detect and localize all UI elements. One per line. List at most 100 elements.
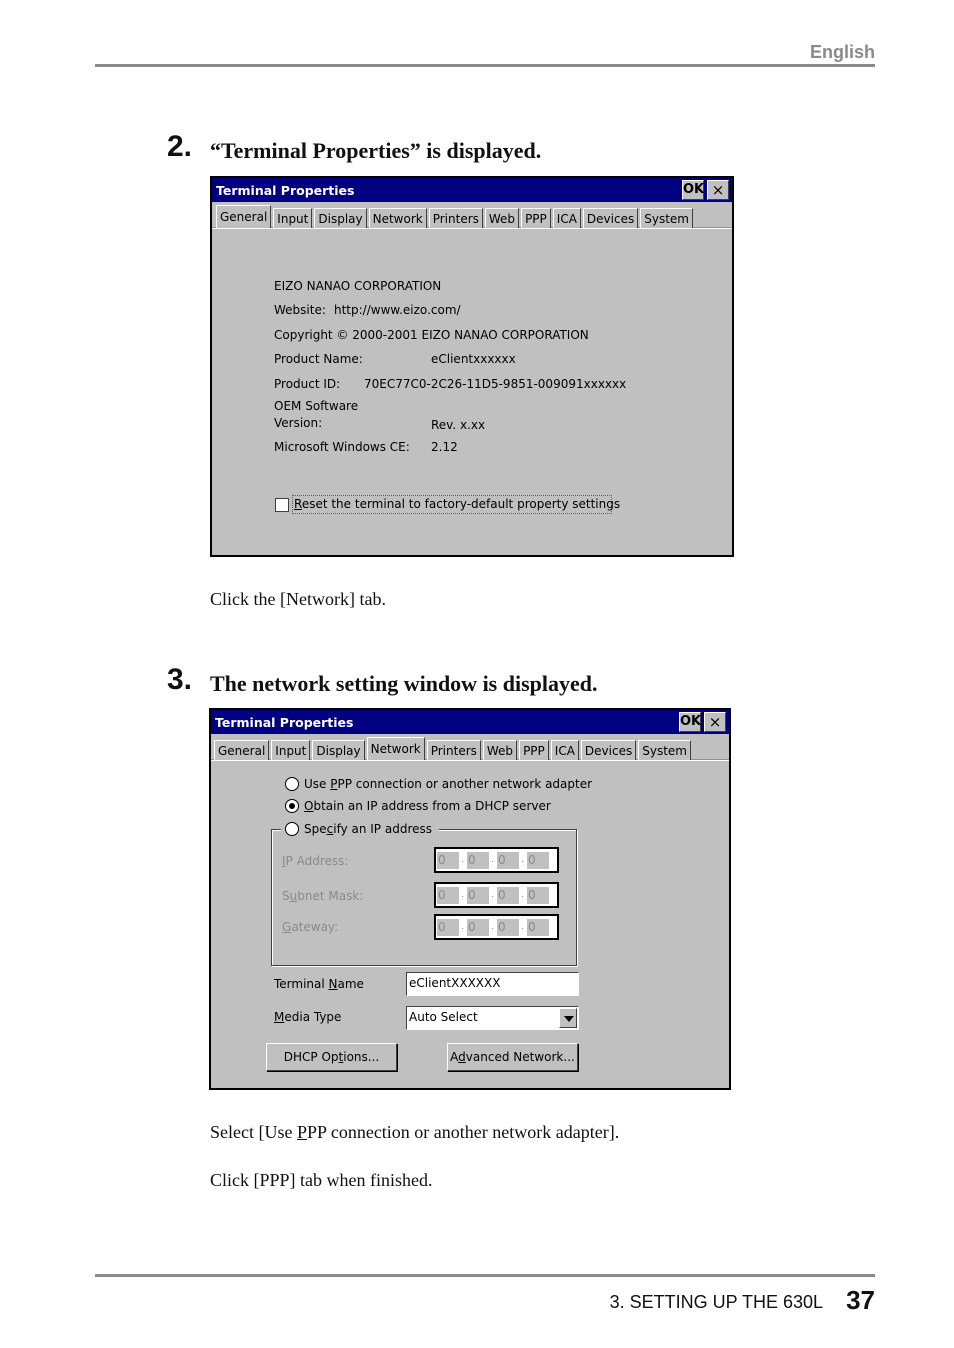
label-text: eset the terminal to factory-default pro…	[301, 497, 621, 511]
tab-ica[interactable]: ICA	[552, 208, 581, 228]
close-icon[interactable]: ×	[704, 712, 726, 732]
radio-use-ppp-label[interactable]: Use PPP connection or another network ad…	[304, 777, 592, 791]
reset-checkbox-label[interactable]: Reset the terminal to factory-default pr…	[294, 497, 620, 511]
copyright-text: Copyright © 2000-2001 EIZO NANAO CORPORA…	[274, 328, 589, 342]
tab-printers[interactable]: Printers	[426, 740, 481, 760]
ok-button[interactable]: OK	[679, 712, 701, 732]
footer-rule	[95, 1274, 875, 1277]
octet[interactable]: 0	[527, 887, 549, 904]
octet[interactable]: 0	[527, 852, 549, 869]
chevron-down-icon[interactable]	[559, 1008, 577, 1028]
instruction-text: Click the [Network] tab.	[210, 589, 386, 609]
dot: .	[491, 890, 494, 900]
text: Select [Use	[210, 1122, 297, 1142]
media-type-select[interactable]: Auto Select	[406, 1006, 579, 1030]
octet[interactable]: 0	[497, 887, 519, 904]
radio-dhcp[interactable]	[285, 799, 299, 813]
dot: .	[521, 890, 524, 900]
footer-section-title: 3. SETTING UP THE 630L	[609, 1292, 823, 1312]
tab-input[interactable]: Input	[271, 740, 311, 760]
label-text: vanced Network...	[465, 1050, 575, 1064]
accel-key: R	[294, 497, 302, 511]
label-text: P Address:	[285, 854, 349, 868]
label-text: Use	[304, 777, 331, 791]
instruction-text: Select [Use PPP connection or another ne…	[210, 1122, 619, 1143]
label-text: ify an IP address	[333, 822, 433, 836]
octet[interactable]: 0	[467, 852, 489, 869]
tab-divider-highlight	[211, 760, 729, 761]
tab-strip: General Input Display Network Printers W…	[216, 205, 695, 228]
tab-system[interactable]: System	[638, 740, 691, 760]
label-text: bnet Mask:	[297, 889, 364, 903]
label-text: A	[450, 1050, 459, 1064]
tab-display[interactable]: Display	[312, 740, 365, 760]
label-text: ateway:	[291, 920, 339, 934]
label-text: Terminal	[274, 977, 329, 991]
terminal-properties-dialog-network: Terminal Properties OK × General Input D…	[209, 708, 731, 1090]
radio-specify-ip-label[interactable]: Specify an IP address	[304, 822, 432, 836]
terminal-name-label: Terminal Name	[274, 977, 364, 991]
tab-general[interactable]: General	[216, 205, 272, 228]
tab-devices[interactable]: Devices	[582, 208, 639, 228]
selected-value: Auto Select	[409, 1010, 478, 1024]
ip-address-field[interactable]: 0 . 0 . 0 . 0	[434, 847, 559, 873]
tab-web[interactable]: Web	[482, 740, 518, 760]
tab-ppp[interactable]: PPP	[519, 740, 549, 760]
reset-checkbox[interactable]	[275, 498, 289, 512]
dialog-title-bar: Terminal Properties	[212, 178, 732, 202]
close-icon[interactable]: ×	[707, 180, 729, 200]
text: PP connection or another network adapter…	[306, 1122, 620, 1142]
ip-address-label: IP Address:	[282, 854, 348, 868]
label-text: edia Type	[284, 1010, 342, 1024]
gateway-field[interactable]: 0 . 0 . 0 . 0	[434, 914, 559, 940]
tab-ppp[interactable]: PPP	[521, 208, 551, 228]
subnet-mask-label: Subnet Mask:	[282, 889, 363, 903]
radio-use-ppp[interactable]	[285, 777, 299, 791]
tab-devices[interactable]: Devices	[580, 740, 637, 760]
tab-ica[interactable]: ICA	[550, 740, 579, 760]
tab-network[interactable]: Network	[368, 208, 427, 228]
ok-button[interactable]: OK	[682, 180, 704, 200]
accel-key: P	[296, 1122, 307, 1142]
website-value: http://www.eizo.com/	[334, 303, 461, 317]
step-title: The network setting window is displayed.	[210, 671, 598, 696]
octet[interactable]: 0	[467, 887, 489, 904]
tab-web[interactable]: Web	[484, 208, 520, 228]
radio-dhcp-label[interactable]: Obtain an IP address from a DHCP server	[304, 799, 551, 813]
tab-network[interactable]: Network	[366, 737, 425, 760]
label-text: ions...	[343, 1050, 380, 1064]
wince-label: Microsoft Windows CE:	[274, 440, 410, 454]
tab-general[interactable]: General	[214, 740, 270, 760]
octet[interactable]: 0	[497, 919, 519, 936]
terminal-name-input[interactable]: eClientXXXXXX	[406, 972, 579, 996]
octet[interactable]: 0	[437, 919, 459, 936]
tab-strip: General Input Display Network Printers W…	[214, 737, 693, 760]
dhcp-options-button[interactable]: DHCP Options...	[266, 1043, 397, 1071]
advanced-network-button[interactable]: Advanced Network...	[447, 1043, 578, 1071]
octet[interactable]: 0	[437, 887, 459, 904]
company-name: EIZO NANAO CORPORATION	[274, 279, 442, 293]
tab-divider-highlight	[212, 228, 732, 229]
tab-input[interactable]: Input	[273, 208, 313, 228]
dot: .	[521, 855, 524, 865]
accel-key: N	[328, 977, 338, 991]
label-text: S	[282, 889, 290, 903]
dot: .	[491, 922, 494, 932]
octet[interactable]: 0	[497, 852, 519, 869]
radio-specify-ip[interactable]	[285, 822, 299, 836]
octet[interactable]: 0	[437, 852, 459, 869]
octet[interactable]: 0	[527, 919, 549, 936]
dot: .	[461, 855, 464, 865]
step-title: “Terminal Properties” is displayed.	[210, 138, 542, 163]
tab-display[interactable]: Display	[314, 208, 367, 228]
product-name-label: Product Name:	[274, 352, 363, 366]
tab-system[interactable]: System	[640, 208, 693, 228]
tab-printers[interactable]: Printers	[428, 208, 483, 228]
dot: .	[491, 855, 494, 865]
octet[interactable]: 0	[467, 919, 489, 936]
dot: .	[461, 890, 464, 900]
label-text: btain an IP address from a DHCP server	[313, 799, 551, 813]
accel-key: M	[274, 1010, 285, 1024]
label-text: DHCP Op	[283, 1050, 339, 1064]
subnet-mask-field[interactable]: 0 . 0 . 0 . 0	[434, 882, 559, 908]
